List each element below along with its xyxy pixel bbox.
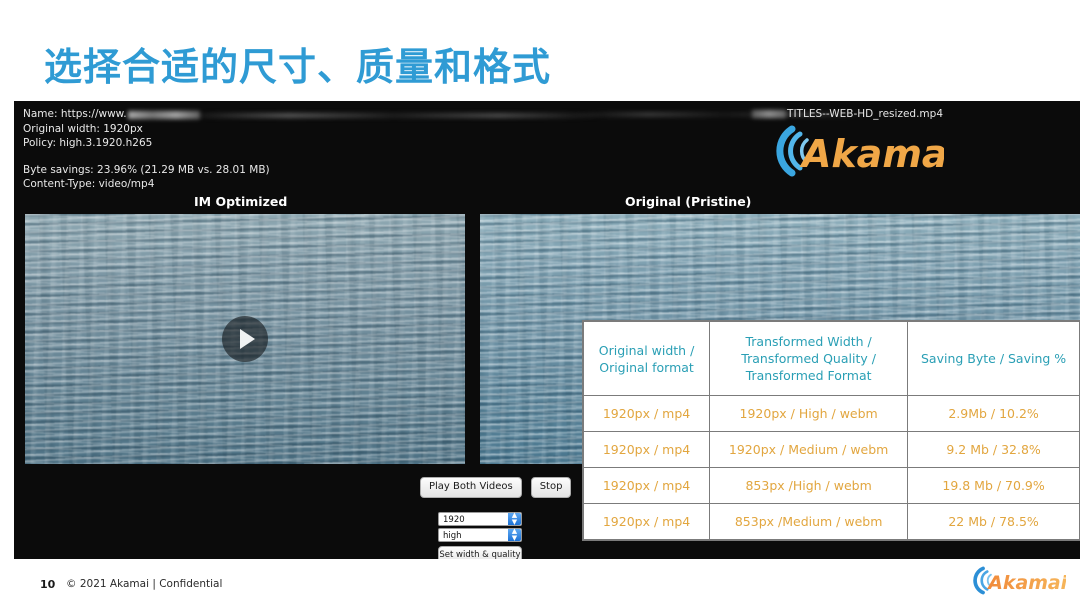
video-left-heading: IM Optimized <box>194 194 288 209</box>
video-info-panel: Name: https://www. Original width: 1920p… <box>23 107 270 192</box>
table-head: Original width / Original format Transfo… <box>582 321 1080 396</box>
table-cell-saving: 2.9Mb / 10.2% <box>907 395 1080 432</box>
table-cell-original: 1920px / mp4 <box>582 503 711 540</box>
width-select[interactable]: 1920 ▲ ▼ <box>438 512 522 526</box>
width-select-stepper-icon[interactable]: ▲ ▼ <box>508 512 521 526</box>
video-player-optimized[interactable] <box>25 214 465 464</box>
table-row: 1920px / mp4 1920px / Medium / webm 9.2 Mb… <box>582 431 1080 468</box>
header-c2-line1: Transformed Width / <box>745 334 872 349</box>
info-name-label: Name: https://www. <box>23 108 127 120</box>
page-number: 10 <box>40 578 56 591</box>
header-c2-line3: Transformed Format <box>745 368 872 383</box>
play-both-videos-button[interactable]: Play Both Videos <box>420 477 522 498</box>
table-cell-saving: 19.8 Mb / 70.9% <box>907 467 1080 504</box>
info-spacer <box>23 151 270 163</box>
quality-select[interactable]: high ▲ ▼ <box>438 528 522 542</box>
info-policy: Policy: high.3.1920.h265 <box>23 137 153 149</box>
play-triangle-icon <box>239 329 255 349</box>
video-filename: TITLES--WEB-HD_resized.mp4 <box>752 108 943 120</box>
redacted-filename-prefix <box>752 110 787 118</box>
table-cell-transformed: 853px /Medium / webm <box>709 503 909 540</box>
width-select-value: 1920 <box>443 515 465 525</box>
video-right-heading: Original (Pristine) <box>625 194 752 209</box>
header-c1-line2: Original format <box>599 359 694 375</box>
table-body: 1920px / mp4 1920px / High / webm 2.9Mb / … <box>582 395 1080 540</box>
video-filename-text: TITLES--WEB-HD_resized.mp4 <box>787 108 943 120</box>
table-cell-transformed: 1920px / Medium / webm <box>709 431 909 468</box>
info-name-row: Name: https://www. <box>23 107 270 122</box>
table-header-transformed: Transformed Width / Transformed Quality … <box>709 321 909 396</box>
table-cell-saving: 22 Mb / 78.5% <box>907 503 1080 540</box>
svg-text:Akamai: Akamai <box>986 572 1066 594</box>
table-row: 1920px / mp4 1920px / High / webm 2.9Mb / … <box>582 395 1080 432</box>
svg-text:Akamai: Akamai <box>799 132 944 176</box>
akamai-logo-footer-icon: Akamai <box>973 566 1066 595</box>
player-controls: Play Both Videos Stop <box>420 477 572 498</box>
table-cell-original: 1920px / mp4 <box>582 431 711 468</box>
stop-button[interactable]: Stop <box>530 477 572 498</box>
redacted-hostname <box>127 111 200 119</box>
table-cell-original: 1920px / mp4 <box>582 395 711 432</box>
quality-select-value: high <box>443 531 462 541</box>
table-header-original: Original width / Original format <box>582 321 711 396</box>
table-cell-original: 1920px / mp4 <box>582 467 711 504</box>
table-row: 1920px / mp4 853px /Medium / webm 22 Mb / … <box>582 503 1080 540</box>
comparison-table: Original width / Original format Transfo… <box>582 321 1080 540</box>
table-cell-saving: 9.2 Mb / 32.8% <box>907 431 1080 468</box>
info-byte-savings: Byte savings: 23.96% (21.29 MB vs. 28.01… <box>23 163 270 176</box>
quality-controls: 1920 ▲ ▼ high ▲ ▼ Set width & quality <box>438 512 522 559</box>
akamai-logo-icon: Akamai <box>776 125 944 177</box>
set-width-quality-button[interactable]: Set width & quality <box>438 546 522 559</box>
info-original-width: Original width: 1920px <box>23 122 143 135</box>
table-header-row: Original width / Original format Transfo… <box>582 321 1080 396</box>
header-c2-line2: Transformed Quality / <box>741 351 876 366</box>
info-content-type: Content-Type: video/mp4 <box>23 178 155 190</box>
play-button[interactable] <box>222 316 268 362</box>
table-header-saving: Saving Byte / Saving % <box>907 321 1080 396</box>
quality-select-stepper-icon[interactable]: ▲ ▼ <box>508 528 521 542</box>
table-cell-transformed: 853px /High / webm <box>709 467 909 504</box>
table-cell-transformed: 1920px / High / webm <box>709 395 909 432</box>
table-row: 1920px / mp4 853px /High / webm 19.8 Mb / … <box>582 467 1080 504</box>
page-title: 选择合适的尺寸、质量和格式 <box>44 45 552 89</box>
footer-copyright: © 2021 Akamai | Confidential <box>66 578 223 590</box>
header-c1-line1: Original width / <box>598 342 695 358</box>
